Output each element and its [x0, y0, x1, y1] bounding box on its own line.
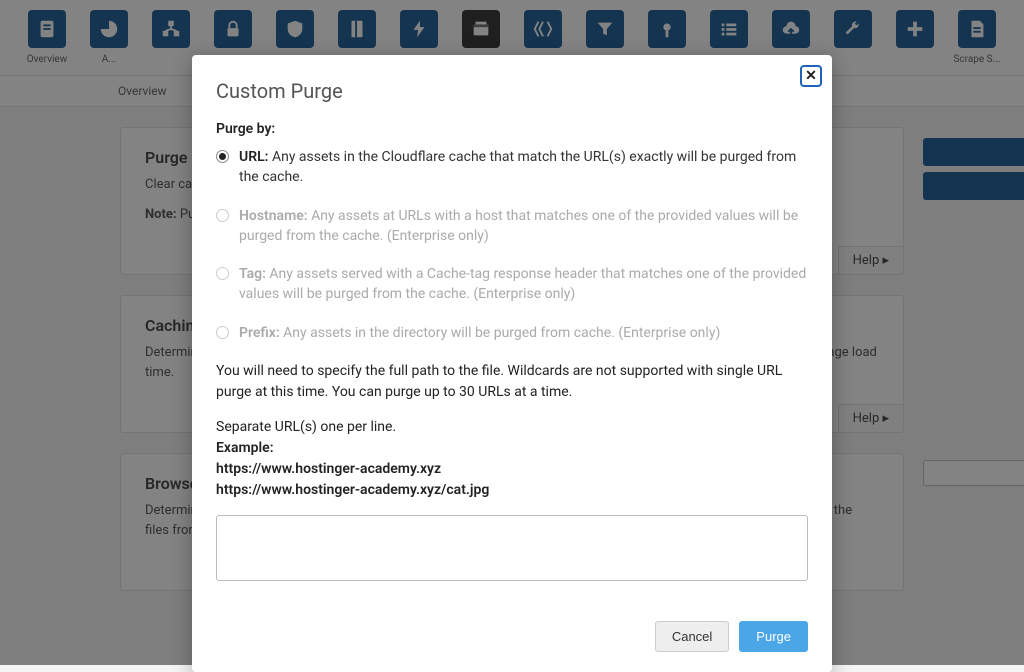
- cancel-button[interactable]: Cancel: [655, 621, 729, 652]
- purge-button[interactable]: Purge: [739, 621, 808, 652]
- radio-text: Hostname: Any assets at URLs with a host…: [239, 206, 808, 247]
- purge-option-3: Prefix: Any assets in the directory will…: [216, 323, 808, 343]
- radio-icon: [216, 326, 229, 339]
- radio-icon[interactable]: [216, 150, 229, 163]
- modal-title: Custom Purge: [216, 79, 808, 103]
- custom-purge-modal: ✕ Custom Purge Purge by: URL: Any assets…: [192, 55, 832, 672]
- radio-icon: [216, 267, 229, 280]
- purge-option-0[interactable]: URL: Any assets in the Cloudflare cache …: [216, 147, 808, 188]
- radio-text: Prefix: Any assets in the directory will…: [239, 323, 808, 343]
- modal-overlay: ✕ Custom Purge Purge by: URL: Any assets…: [0, 0, 1024, 665]
- purge-url-textarea[interactable]: [216, 515, 808, 581]
- purge-option-1: Hostname: Any assets at URLs with a host…: [216, 206, 808, 247]
- purge-option-2: Tag: Any assets served with a Cache-tag …: [216, 264, 808, 305]
- radio-text: URL: Any assets in the Cloudflare cache …: [239, 147, 808, 188]
- radio-icon: [216, 209, 229, 222]
- purge-by-label: Purge by:: [216, 121, 808, 137]
- modal-footer: Cancel Purge: [216, 621, 808, 652]
- purge-info-1: You will need to specify the full path t…: [216, 361, 808, 403]
- close-icon[interactable]: ✕: [800, 65, 822, 87]
- purge-info-2: Separate URL(s) one per line. Example: h…: [216, 417, 808, 501]
- radio-text: Tag: Any assets served with a Cache-tag …: [239, 264, 808, 305]
